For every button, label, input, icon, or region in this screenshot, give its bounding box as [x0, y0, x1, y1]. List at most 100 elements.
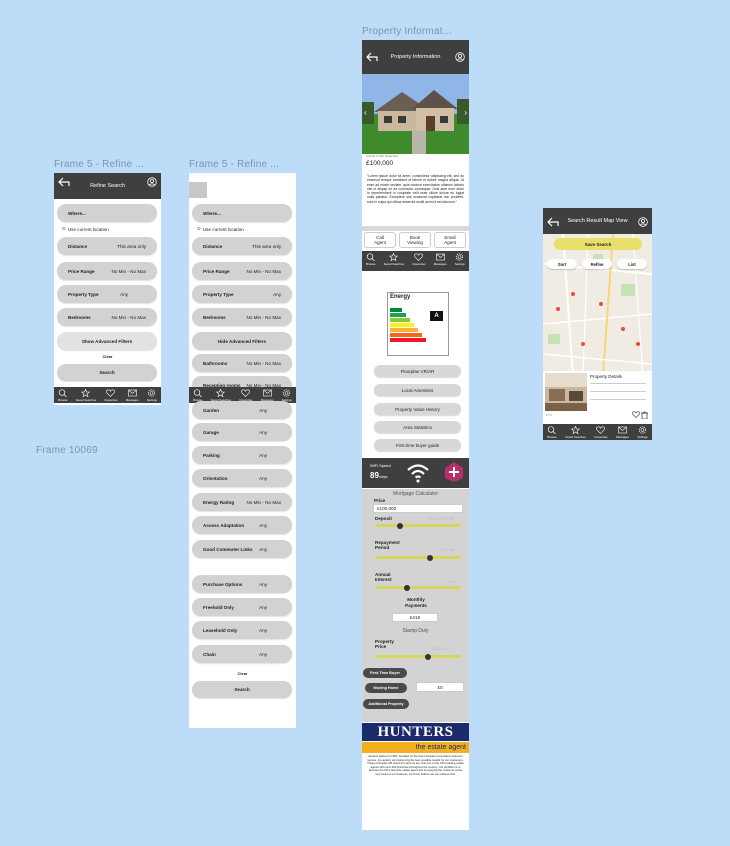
sort-button[interactable]: Sort: [547, 259, 577, 269]
where-input[interactable]: Where...: [192, 204, 292, 222]
nav-label: Messages: [616, 435, 629, 439]
distance-filter[interactable]: Distance This area only: [57, 237, 157, 255]
location-pin-icon: ⊙: [62, 226, 66, 231]
heart-icon[interactable]: [632, 411, 640, 418]
frame-title: Frame 5 - Refine ...: [189, 159, 280, 170]
trash-icon[interactable]: [641, 411, 648, 419]
energy-rating-filter[interactable]: Energy Rating No Min - No Max: [192, 493, 292, 511]
slider-handle[interactable]: [427, 554, 433, 561]
nav-browse[interactable]: Browse: [58, 389, 67, 402]
property-price-slider[interactable]: [375, 653, 461, 660]
nav-settings[interactable]: Settings: [455, 253, 465, 266]
bedrooms-filter[interactable]: Bedrooms No Min - No Max: [192, 308, 292, 326]
search-button[interactable]: Search: [192, 681, 292, 698]
back-icon[interactable]: [366, 52, 378, 62]
refine-search-frame: Refine Search Where... ⊙ Use current loca…: [54, 173, 161, 405]
gear-icon: [456, 253, 464, 261]
orientation-filter[interactable]: Orientation Any: [192, 469, 292, 487]
call-agent-button[interactable]: Call Agent: [364, 232, 396, 248]
nav-saved-searches[interactable]: Saved Searches: [76, 389, 96, 402]
garden-filter[interactable]: Garden Any: [192, 401, 292, 419]
property-type-filter[interactable]: Property Type Any: [192, 285, 292, 303]
stamp-duty-title: Stamp Duty: [402, 628, 429, 634]
monthly-payments-value: £418: [392, 613, 438, 622]
property-photo[interactable]: [362, 74, 469, 154]
first-time-buyer-option[interactable]: First Time Buyer: [363, 668, 407, 678]
garage-filter[interactable]: Garage Any: [192, 423, 292, 441]
use-location-link[interactable]: ⊙ Use current location: [197, 226, 244, 232]
slider-handle[interactable]: [397, 522, 403, 529]
nav-favourites[interactable]: Favourites: [104, 389, 118, 402]
price-range-filter[interactable]: Price Range No Min - No Max: [57, 262, 157, 280]
freehold-filter[interactable]: Freehold Only Any: [192, 598, 292, 616]
repayment-hint: 25 Year: [441, 547, 455, 552]
book-viewing-button[interactable]: Book Viewing: [399, 232, 431, 248]
back-icon[interactable]: [547, 217, 559, 227]
local-amenities-button[interactable]: Local Amenities: [374, 384, 461, 396]
map-area[interactable]: Save Search Sort Refine List: [543, 234, 652, 376]
back-icon[interactable]: [58, 177, 70, 187]
nav-messages[interactable]: Messages: [434, 253, 446, 266]
show-advanced-button[interactable]: Show Advanced Filters: [57, 332, 157, 350]
use-location-link[interactable]: ⊙ Use current location: [62, 226, 109, 232]
floorplan-button[interactable]: Floorplan VR/AR: [374, 365, 461, 377]
price-range-filter[interactable]: Price Range No Min - No Max: [192, 262, 292, 280]
area-statistics-button[interactable]: Area Statistics: [374, 421, 461, 433]
prev-photo-icon[interactable]: ‹: [364, 108, 367, 117]
slider-handle[interactable]: [404, 584, 410, 591]
hide-advanced-button[interactable]: Hide Advanced Filters: [192, 332, 292, 350]
nav-saved-searches[interactable]: Saved Searches: [384, 253, 404, 266]
repayment-slider[interactable]: [375, 554, 461, 561]
interest-hint: 3.5%: [447, 579, 457, 584]
nav-browse[interactable]: Browse: [366, 253, 375, 266]
clear-button[interactable]: Clear: [189, 671, 296, 676]
property-type-filter[interactable]: Property Type Any: [57, 285, 157, 303]
nav-messages[interactable]: Messages: [616, 426, 629, 439]
clear-button[interactable]: Clear: [54, 354, 161, 359]
star-icon: [571, 426, 581, 434]
bedrooms-filter[interactable]: Bedrooms No Min - No Max: [57, 308, 157, 326]
deposit-slider[interactable]: [375, 522, 461, 529]
account-icon[interactable]: [147, 177, 157, 187]
commuter-links-filter[interactable]: Good Commuter Links Any: [192, 540, 292, 558]
list-button[interactable]: List: [617, 259, 647, 269]
purchase-options-filter[interactable]: Purchase Options Any: [192, 575, 292, 593]
star-icon: [216, 389, 226, 397]
bathrooms-filter[interactable]: Bathrooms No Min - No Max: [192, 354, 292, 372]
next-photo-icon[interactable]: ›: [464, 108, 467, 117]
where-input[interactable]: Where...: [57, 204, 157, 222]
parking-filter[interactable]: Parking Any: [192, 446, 292, 464]
value-history-button[interactable]: Property Value History: [374, 403, 461, 415]
additional-property-option[interactable]: Additional Property: [363, 699, 409, 709]
nav-favourites[interactable]: Favourites: [412, 253, 426, 266]
slider-handle[interactable]: [425, 653, 431, 660]
account-icon[interactable]: [638, 217, 648, 227]
envelope-icon: [262, 389, 272, 397]
property-card[interactable]: Property Details ▪ ▪ ▪: [543, 371, 652, 421]
filter-value: Any: [259, 407, 267, 413]
chain-filter[interactable]: Chain Any: [192, 645, 292, 663]
nav-saved-searches[interactable]: Saved Searches: [565, 426, 586, 439]
nav-favourites[interactable]: Favourites: [594, 426, 608, 439]
moving-home-option[interactable]: Moving Home: [365, 683, 407, 693]
account-icon[interactable]: [455, 52, 465, 62]
filter-label: Property Type: [68, 291, 99, 297]
access-adaptation-filter[interactable]: Access Adaptation Any: [192, 516, 292, 534]
first-time-buyer-button[interactable]: First time buyer guide: [374, 439, 461, 451]
email-agent-button[interactable]: Email Agent: [434, 232, 466, 248]
filter-value: No Min - No Max: [246, 314, 281, 320]
header-title: Refine Search: [90, 183, 125, 189]
nav-settings[interactable]: Settings: [638, 426, 648, 439]
search-button[interactable]: Search: [57, 364, 157, 381]
star-icon: [81, 389, 91, 397]
filter-label: Good Commuter Links: [203, 546, 253, 552]
leasehold-filter[interactable]: Leasehold Only Any: [192, 621, 292, 639]
nav-messages[interactable]: Messages: [126, 389, 138, 402]
save-search-button[interactable]: Save Search: [554, 238, 642, 250]
price-input[interactable]: £100,000: [373, 504, 463, 513]
nav-settings[interactable]: Settings: [147, 389, 157, 402]
distance-filter[interactable]: Distance This area only: [192, 237, 292, 255]
refine-button[interactable]: Refine: [582, 259, 612, 269]
interest-slider[interactable]: [375, 584, 461, 591]
nav-browse[interactable]: Browse: [547, 426, 557, 439]
